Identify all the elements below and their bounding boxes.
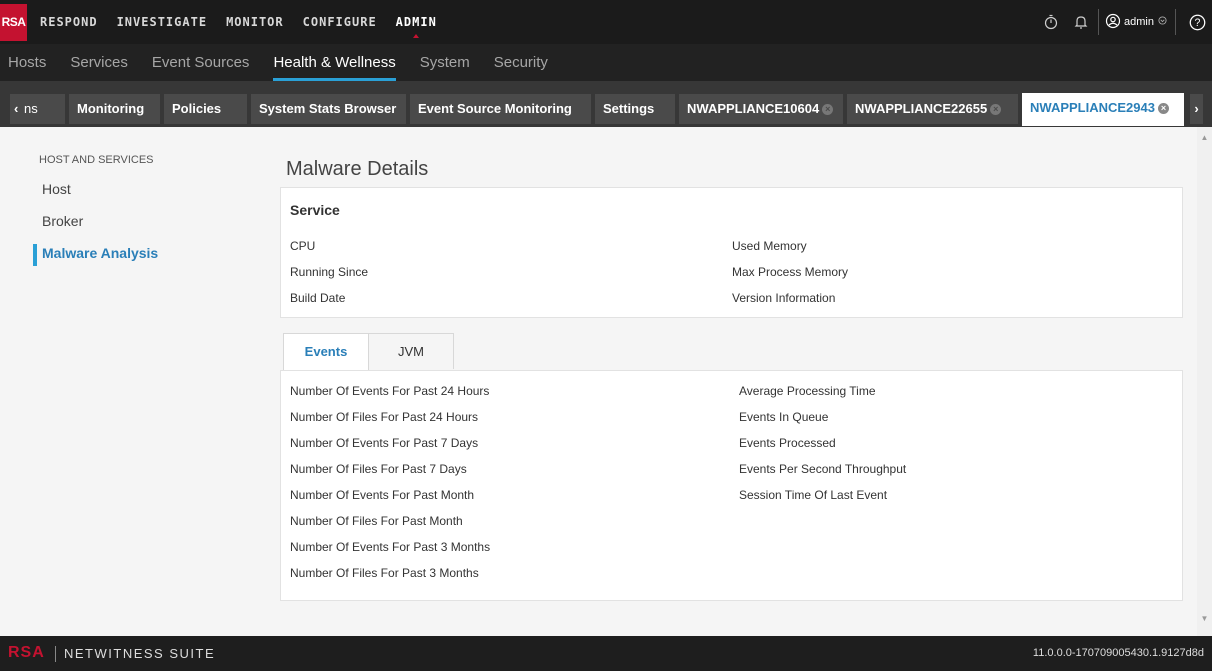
field-events-3m: Number Of Events For Past 3 Months xyxy=(290,540,491,554)
chevron-left-icon[interactable]: ‹ xyxy=(14,101,18,116)
tab-policies[interactable]: Policies xyxy=(164,94,247,124)
user-icon xyxy=(1105,13,1121,32)
top-navigation-bar: RSA RESPOND INVESTIGATE MONITOR CONFIGUR… xyxy=(0,0,1212,44)
footer-rsa-logo: RSA xyxy=(8,644,45,661)
tab-events[interactable]: Events xyxy=(283,333,369,371)
nav-investigate[interactable]: INVESTIGATE xyxy=(117,0,207,44)
field-files-24h: Number Of Files For Past 24 Hours xyxy=(290,410,479,424)
nav-admin[interactable]: ADMIN xyxy=(396,0,437,44)
tab-jvm[interactable]: JVM xyxy=(368,333,454,369)
footer-brand-name: NETWITNESS SUITE xyxy=(64,646,216,661)
service-card: Service CPU Running Since Build Date Use… xyxy=(280,187,1183,318)
scroll-down-icon[interactable]: ▼ xyxy=(1197,612,1212,626)
tab-event-source-monitoring[interactable]: Event Source Monitoring xyxy=(410,94,591,124)
field-cpu: CPU xyxy=(290,239,316,253)
tab-monitoring[interactable]: Monitoring xyxy=(69,94,160,124)
field-max-process-memory: Max Process Memory xyxy=(732,265,849,279)
vertical-scrollbar[interactable]: ▲ ▼ xyxy=(1197,127,1212,636)
sidebar-item-host[interactable]: Host xyxy=(42,181,71,197)
tab-settings[interactable]: Settings xyxy=(595,94,675,124)
bell-icon[interactable] xyxy=(1072,13,1090,31)
field-version-information: Version Information xyxy=(732,291,836,305)
main-panel: Malware Details Service CPU Running Sinc… xyxy=(261,127,1197,636)
admin-subnav: Hosts Services Event Sources Health & We… xyxy=(0,44,1212,81)
field-events-in-queue: Events In Queue xyxy=(739,410,829,424)
subnav-event-sources[interactable]: Event Sources xyxy=(140,44,262,81)
active-indicator xyxy=(33,244,37,266)
chevron-right-icon[interactable]: › xyxy=(1190,94,1203,124)
version-label: 11.0.0.0-170709005430.1.9127d8d xyxy=(1032,647,1204,659)
tab-partial-label: ns xyxy=(23,101,38,116)
main-nav: RESPOND INVESTIGATE MONITOR CONFIGURE AD… xyxy=(40,0,456,44)
field-events-month: Number Of Events For Past Month xyxy=(290,488,475,502)
footer-divider xyxy=(55,646,56,662)
user-name: admin xyxy=(1124,16,1154,28)
stats-panel: Events JVM Number Of Events For Past 24 … xyxy=(280,332,1183,602)
tab-label: NWAPPLIANCE2943 xyxy=(1030,100,1155,115)
field-session-time-last-event: Session Time Of Last Event xyxy=(739,488,888,502)
user-menu[interactable]: admin xyxy=(1105,13,1167,32)
divider xyxy=(1175,9,1176,35)
page-title: Malware Details xyxy=(286,158,429,180)
tab-nwappliance10604[interactable]: NWAPPLIANCE10604 × xyxy=(679,94,843,124)
sidebar-item-broker[interactable]: Broker xyxy=(42,213,83,229)
divider xyxy=(1098,9,1100,35)
field-running-since: Running Since xyxy=(290,265,369,279)
subnav-health-wellness[interactable]: Health & Wellness xyxy=(261,44,407,81)
nav-monitor[interactable]: MONITOR xyxy=(226,0,284,44)
tab-system-stats-browser[interactable]: System Stats Browser xyxy=(251,94,406,124)
content-area: HOST AND SERVICES Host Broker Malware An… xyxy=(0,127,1212,636)
stopwatch-icon[interactable] xyxy=(1042,13,1060,31)
close-icon[interactable]: × xyxy=(822,104,834,116)
service-card-title: Service xyxy=(290,202,340,218)
field-files-month: Number Of Files For Past Month xyxy=(290,514,463,528)
rsa-logo[interactable]: RSA xyxy=(0,4,27,41)
nav-configure[interactable]: CONFIGURE xyxy=(303,0,377,44)
sidebar-section-title: HOST AND SERVICES xyxy=(39,154,154,166)
close-icon[interactable]: × xyxy=(1157,103,1169,115)
tab-nwappliance22655[interactable]: NWAPPLIANCE22655 × xyxy=(847,94,1018,124)
nav-respond[interactable]: RESPOND xyxy=(40,0,98,44)
field-events-24h: Number Of Events For Past 24 Hours xyxy=(290,384,490,398)
chevron-down-icon xyxy=(1158,16,1167,28)
field-average-processing-time: Average Processing Time xyxy=(739,384,876,398)
field-events-7d: Number Of Events For Past 7 Days xyxy=(290,436,479,450)
tab-label: NWAPPLIANCE22655 xyxy=(855,101,988,116)
field-files-7d: Number Of Files For Past 7 Days xyxy=(290,462,467,476)
svg-text:?: ? xyxy=(1194,17,1200,29)
left-sidebar: HOST AND SERVICES Host Broker Malware An… xyxy=(0,127,260,636)
field-events-per-second: Events Per Second Throughput xyxy=(739,462,907,476)
tab-partial[interactable]: ‹ ns xyxy=(10,94,65,124)
top-right-tools: admin ? xyxy=(1030,0,1206,44)
subnav-security[interactable]: Security xyxy=(482,44,560,81)
subnav-system[interactable]: System xyxy=(408,44,482,81)
subnav-hosts[interactable]: Hosts xyxy=(0,44,58,81)
close-icon[interactable]: × xyxy=(990,104,1002,116)
scroll-up-icon[interactable]: ▲ xyxy=(1197,131,1212,145)
events-panel-body: Number Of Events For Past 24 Hours Numbe… xyxy=(280,370,1183,601)
footer: RSA NETWITNESS SUITE 11.0.0.0-1707090054… xyxy=(0,636,1212,671)
tab-label: NWAPPLIANCE10604 xyxy=(687,101,820,116)
subnav-services[interactable]: Services xyxy=(58,44,140,81)
field-files-3m: Number Of Files For Past 3 Months xyxy=(290,566,479,580)
sidebar-item-malware-analysis[interactable]: Malware Analysis xyxy=(42,245,158,261)
field-build-date: Build Date xyxy=(290,291,346,305)
field-used-memory: Used Memory xyxy=(732,239,807,253)
help-icon[interactable]: ? xyxy=(1188,13,1206,31)
field-events-processed: Events Processed xyxy=(739,436,836,450)
tab-nwappliance2943[interactable]: NWAPPLIANCE2943 × xyxy=(1022,93,1184,126)
tab-bar: ‹ ns Monitoring Policies System Stats Br… xyxy=(0,81,1212,127)
